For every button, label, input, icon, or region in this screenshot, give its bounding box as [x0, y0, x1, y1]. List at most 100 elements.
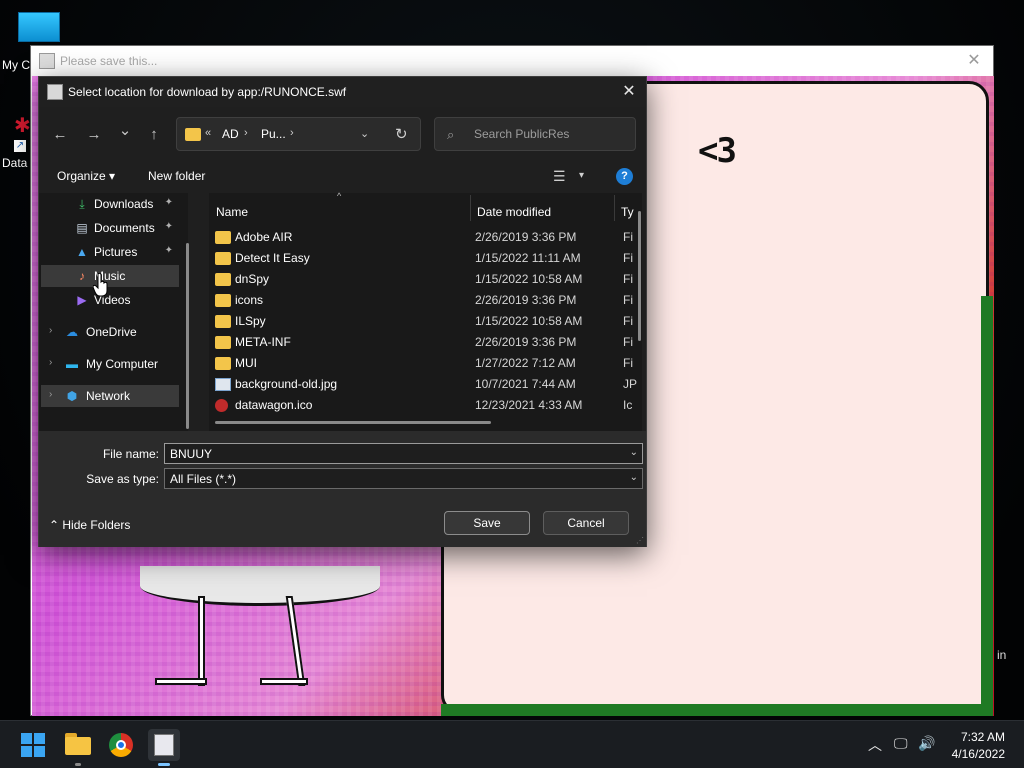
nav-item-downloads[interactable]: ⤓ Downloads ✦ [41, 193, 179, 215]
view-options-icon[interactable]: ☰ [553, 168, 566, 185]
folder-icon [215, 252, 231, 265]
cancel-button[interactable]: Cancel [543, 511, 629, 535]
nav-item-label: Pictures [94, 245, 138, 259]
active-indicator [158, 763, 170, 766]
expand-chevron-icon[interactable]: › [49, 357, 52, 368]
file-date: 1/27/2022 7:12 AM [475, 356, 576, 370]
nav-item-my-computer[interactable]: › ▬ My Computer [41, 353, 179, 375]
expand-chevron-icon[interactable]: › [49, 389, 52, 400]
expand-chevron-icon[interactable]: › [49, 325, 52, 336]
network-status-icon[interactable]: 🖵 [894, 735, 908, 752]
app-icon [154, 734, 174, 756]
nav-item-videos[interactable]: ▶ Videos [41, 289, 179, 311]
desktop-icon-label: Data [2, 156, 28, 170]
image-file-icon [215, 378, 231, 391]
file-date: 1/15/2022 10:58 AM [475, 314, 583, 328]
up-button[interactable]: ↑ [142, 123, 166, 147]
file-date: 2/26/2019 3:36 PM [475, 230, 577, 244]
flash-app-taskbar-button[interactable] [148, 729, 180, 766]
organize-button[interactable]: Organize ▾ [57, 169, 115, 183]
chevron-down-icon[interactable]: ⌄ [630, 472, 638, 483]
folder-icon [215, 231, 231, 244]
resize-grip-icon[interactable]: ⋰ [636, 536, 644, 545]
shortcut-arrow-icon: ↗ [14, 140, 26, 152]
app-title: Please save this... [60, 54, 158, 68]
save-button[interactable]: Save [444, 511, 530, 535]
hide-folders-button[interactable]: ⌃ Hide Folders [49, 518, 130, 532]
documents-icon: ▤ [76, 221, 88, 235]
file-type: Fi [623, 335, 633, 349]
chrome-icon-center [116, 740, 126, 750]
column-header-type[interactable]: Ty [621, 205, 634, 219]
file-row[interactable]: MUI 1/27/2022 7:12 AM Fi [213, 353, 638, 374]
file-row[interactable]: icons 2/26/2019 3:36 PM Fi [213, 290, 638, 311]
view-dropdown-icon[interactable]: ▾ [579, 170, 584, 181]
app-titlebar[interactable]: Please save this... ✕ [31, 46, 993, 76]
back-button[interactable]: ← [48, 123, 72, 147]
nav-pane-scrollbar[interactable] [186, 243, 189, 429]
column-divider[interactable] [614, 195, 615, 221]
command-toolbar: Organize ▾ New folder ☰ ▾ ? [39, 161, 646, 193]
file-name: Detect It Easy [235, 251, 310, 265]
file-row[interactable]: ILSpy 1/15/2022 10:58 AM Fi [213, 311, 638, 332]
app-icon [39, 53, 55, 69]
chrome-taskbar-button[interactable] [105, 729, 137, 761]
vertical-scrollbar[interactable] [638, 211, 641, 341]
horizontal-scrollbar[interactable] [215, 421, 491, 424]
file-name-value: BNUUY [170, 447, 213, 461]
nav-item-music[interactable]: ♪ Music [41, 265, 179, 287]
dialog-titlebar[interactable]: Select location for download by app:/RUN… [39, 77, 646, 107]
volume-icon[interactable]: 🔊 [918, 735, 935, 752]
taskbar: ︿ 🖵 🔊 7:32 AM 4/16/2022 [0, 720, 1024, 768]
address-bar[interactable]: « AD › Pu... › ⌄ ↻ [176, 117, 421, 151]
file-row[interactable]: datawagon.ico 12/23/2021 4:33 AM Ic [213, 395, 638, 416]
new-folder-button[interactable]: New folder [148, 169, 205, 183]
file-row[interactable]: dnSpy 1/15/2022 10:58 AM Fi [213, 269, 638, 290]
column-divider[interactable] [470, 195, 471, 221]
address-dropdown-icon[interactable]: ⌄ [360, 127, 369, 140]
file-type: Fi [623, 314, 633, 328]
file-list: ^ Name Date modified Ty Adobe AIR 2/26/2… [209, 191, 642, 431]
column-header-name[interactable]: Name [216, 205, 248, 219]
heart-text: <3 [698, 131, 737, 171]
save-as-type-select[interactable]: All Files (*.*) ⌄ [164, 468, 643, 489]
recent-locations-button[interactable]: ⌄ [113, 119, 137, 143]
file-row[interactable]: META-INF 2/26/2019 3:36 PM Fi [213, 332, 638, 353]
file-type: Fi [623, 293, 633, 307]
music-icon: ♪ [79, 269, 85, 283]
chevron-down-icon[interactable]: ⌄ [630, 447, 638, 458]
nav-item-onedrive[interactable]: › ☁ OneDrive [41, 321, 179, 343]
save-as-type-value: All Files (*.*) [170, 472, 237, 486]
app-close-button[interactable]: ✕ [963, 50, 985, 72]
start-button[interactable] [17, 729, 49, 761]
dialog-title: Select location for download by app:/RUN… [68, 85, 347, 99]
file-date: 2/26/2019 3:36 PM [475, 335, 577, 349]
overflow-chevron[interactable]: « [205, 127, 211, 139]
breadcrumb-ad[interactable]: AD [222, 127, 239, 141]
nav-item-pictures[interactable]: ▲ Pictures ✦ [41, 241, 179, 263]
nav-item-label: Network [86, 389, 131, 403]
file-row[interactable]: background-old.jpg 10/7/2021 7:44 AM JP [213, 374, 638, 395]
sort-arrow-icon: ^ [337, 191, 342, 201]
search-box[interactable]: ⌕ Search PublicRes [434, 117, 636, 151]
file-type: Fi [623, 272, 633, 286]
file-name: icons [235, 293, 264, 307]
open-indicator [75, 763, 81, 766]
column-header-date-modified[interactable]: Date modified [477, 205, 551, 219]
file-explorer-taskbar-button[interactable] [62, 729, 94, 761]
tray-overflow-chevron-icon[interactable]: ︿ [868, 735, 882, 755]
file-row[interactable]: Detect It Easy 1/15/2022 11:11 AM Fi [213, 248, 638, 269]
file-date: 1/15/2022 10:58 AM [475, 272, 583, 286]
nav-item-documents[interactable]: ▤ Documents ✦ [41, 217, 179, 239]
file-row[interactable]: Adobe AIR 2/26/2019 3:36 PM Fi [213, 227, 638, 248]
nav-item-network[interactable]: › ⬢ Network [41, 385, 179, 407]
dialog-close-button[interactable]: ✕ [618, 81, 640, 103]
clock-date: 4/16/2022 [951, 747, 1005, 761]
forward-button[interactable]: → [82, 123, 106, 147]
file-type: Fi [623, 356, 633, 370]
help-icon[interactable]: ? [616, 168, 633, 185]
file-name-field[interactable]: BNUUY ⌄ [164, 443, 643, 464]
refresh-icon[interactable]: ↻ [395, 125, 408, 143]
pictures-icon: ▲ [76, 245, 88, 259]
breadcrumb-public[interactable]: Pu... [261, 127, 286, 141]
